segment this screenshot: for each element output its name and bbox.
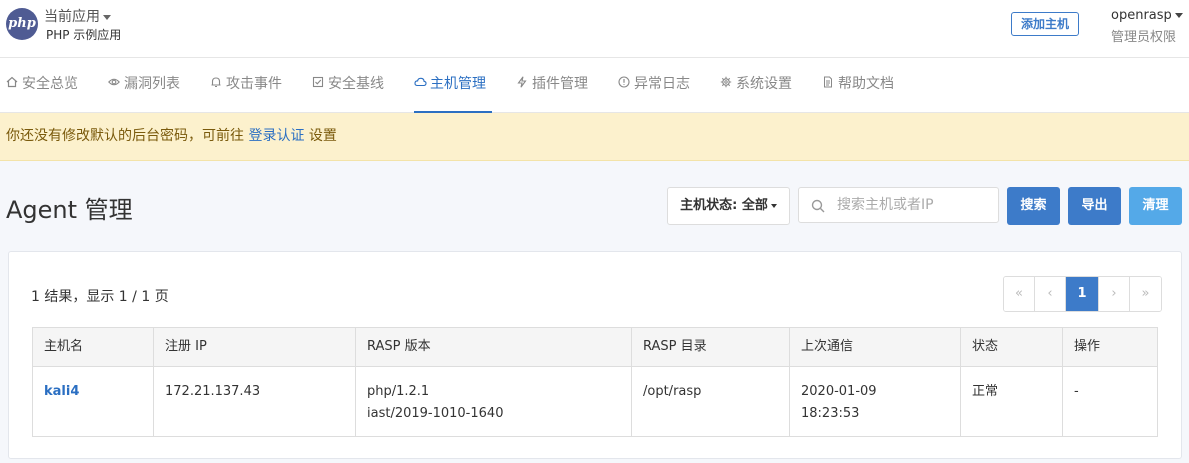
cell-action: - bbox=[1062, 366, 1158, 437]
user-menu[interactable]: openrasp bbox=[1111, 8, 1183, 23]
nav-label: 攻击事件 bbox=[226, 76, 282, 92]
pagination: « ‹ 1 › » bbox=[1003, 276, 1162, 312]
column-header-hostname: 主机名 bbox=[32, 327, 154, 367]
agent-table: 主机名 注册 IP RASP 版本 RASP 目录 上次通信 状态 操作 kal… bbox=[32, 327, 1158, 437]
home-icon bbox=[6, 58, 18, 110]
cloud-icon bbox=[414, 58, 427, 110]
user-role: 管理员权限 bbox=[1111, 30, 1177, 45]
cell-hostname: kali4 bbox=[32, 366, 154, 437]
column-header-action: 操作 bbox=[1062, 327, 1158, 367]
caret-down-icon bbox=[103, 14, 111, 20]
nav-label: 安全总览 bbox=[22, 76, 78, 92]
version-line: iast/2019-1010-1640 bbox=[367, 406, 504, 421]
nav-item-error-logs[interactable]: 异常日志 bbox=[618, 58, 690, 113]
login-auth-link[interactable]: 登录认证 bbox=[248, 128, 304, 144]
table-row: kali4 172.21.137.43 php/1.2.1 iast/2019-… bbox=[32, 366, 1158, 437]
nav-label: 安全基线 bbox=[328, 76, 384, 92]
last-seen-time: 18:23:53 bbox=[801, 406, 860, 421]
cell-ip: 172.21.137.43 bbox=[153, 366, 356, 437]
page-title: Agent 管理 bbox=[6, 196, 133, 224]
search-icon bbox=[811, 199, 825, 213]
pager-first[interactable]: « bbox=[1004, 277, 1035, 311]
alert-text-suffix: 设置 bbox=[304, 128, 337, 144]
warning-circle-icon bbox=[618, 58, 630, 110]
cell-version: php/1.2.1 iast/2019-1010-1640 bbox=[355, 366, 632, 437]
app-switcher-label: 当前应用 bbox=[44, 9, 100, 25]
host-status-filter-dropdown[interactable]: 主机状态: 全部 bbox=[667, 187, 790, 225]
nav-item-attack-events[interactable]: 攻击事件 bbox=[210, 58, 282, 113]
caret-down-icon bbox=[770, 203, 777, 208]
nav-item-baseline[interactable]: 安全基线 bbox=[312, 58, 384, 113]
cell-status: 正常 bbox=[960, 366, 1063, 437]
nav-item-vulnerabilities[interactable]: 漏洞列表 bbox=[108, 58, 180, 113]
clear-button[interactable]: 清理 bbox=[1129, 187, 1182, 225]
lightning-icon bbox=[516, 58, 528, 110]
pager-page-1[interactable]: 1 bbox=[1066, 277, 1099, 311]
nav-item-plugins[interactable]: 插件管理 bbox=[516, 58, 588, 113]
app-switcher[interactable]: 当前应用 bbox=[44, 6, 111, 26]
password-warning-alert: 你还没有修改默认的后台密码，可前往 登录认证 设置 bbox=[0, 113, 1189, 161]
last-seen-date: 2020-01-09 bbox=[801, 384, 877, 399]
column-header-last-seen: 上次通信 bbox=[789, 327, 961, 367]
result-summary: 1 结果，显示 1 / 1 页 bbox=[31, 289, 169, 305]
search-button[interactable]: 搜索 bbox=[1007, 187, 1060, 225]
pager-prev[interactable]: ‹ bbox=[1035, 277, 1066, 311]
version-line: php/1.2.1 bbox=[367, 384, 430, 399]
nav-label: 漏洞列表 bbox=[124, 76, 180, 92]
status-filter-label: 主机状态: 全部 bbox=[680, 198, 768, 213]
table-header-row: 主机名 注册 IP RASP 版本 RASP 目录 上次通信 状态 操作 bbox=[32, 327, 1158, 367]
export-button[interactable]: 导出 bbox=[1068, 187, 1121, 225]
caret-down-icon bbox=[1174, 13, 1183, 18]
nav-label: 主机管理 bbox=[430, 76, 486, 92]
current-app-name: PHP 示例应用 bbox=[46, 28, 122, 42]
nav-item-host-management[interactable]: 主机管理 bbox=[414, 58, 492, 113]
check-square-icon bbox=[312, 58, 324, 110]
search-input[interactable] bbox=[837, 192, 993, 218]
nav-item-settings[interactable]: 系统设置 bbox=[720, 58, 792, 113]
eye-icon bbox=[108, 58, 120, 110]
nav-label: 系统设置 bbox=[736, 76, 792, 92]
column-header-dir: RASP 目录 bbox=[631, 327, 790, 367]
pager-next[interactable]: › bbox=[1099, 277, 1130, 311]
gear-icon bbox=[720, 58, 732, 110]
column-header-version: RASP 版本 bbox=[355, 327, 632, 367]
pager-last[interactable]: » bbox=[1130, 277, 1161, 311]
column-header-status: 状态 bbox=[960, 327, 1063, 367]
document-icon bbox=[822, 58, 834, 110]
main-nav: 安全总览 漏洞列表 攻击事件 安全基线 主机管理 插件管理 异常日志 系统设置 … bbox=[0, 58, 1189, 113]
hostname-link[interactable]: kali4 bbox=[44, 384, 79, 399]
agent-list-card: 1 结果，显示 1 / 1 页 « ‹ 1 › » 主机名 注册 IP RASP… bbox=[8, 251, 1182, 459]
cell-dir: /opt/rasp bbox=[631, 366, 790, 437]
nav-label: 帮助文档 bbox=[838, 76, 894, 92]
column-header-ip: 注册 IP bbox=[153, 327, 356, 367]
php-logo-icon: php bbox=[6, 8, 38, 40]
alert-text: 你还没有修改默认的后台密码，可前往 bbox=[6, 128, 249, 144]
nav-item-security-overview[interactable]: 安全总览 bbox=[6, 58, 78, 113]
bell-icon bbox=[210, 58, 222, 110]
nav-item-help-docs[interactable]: 帮助文档 bbox=[822, 58, 894, 113]
nav-label: 异常日志 bbox=[634, 76, 690, 92]
add-host-button[interactable]: 添加主机 bbox=[1011, 12, 1079, 36]
nav-label: 插件管理 bbox=[532, 76, 588, 92]
username: openrasp bbox=[1111, 8, 1172, 23]
cell-last-seen: 2020-01-09 18:23:53 bbox=[789, 366, 961, 437]
search-box bbox=[798, 187, 999, 223]
top-header: php 当前应用 PHP 示例应用 添加主机 openrasp 管理员权限 bbox=[0, 0, 1189, 58]
